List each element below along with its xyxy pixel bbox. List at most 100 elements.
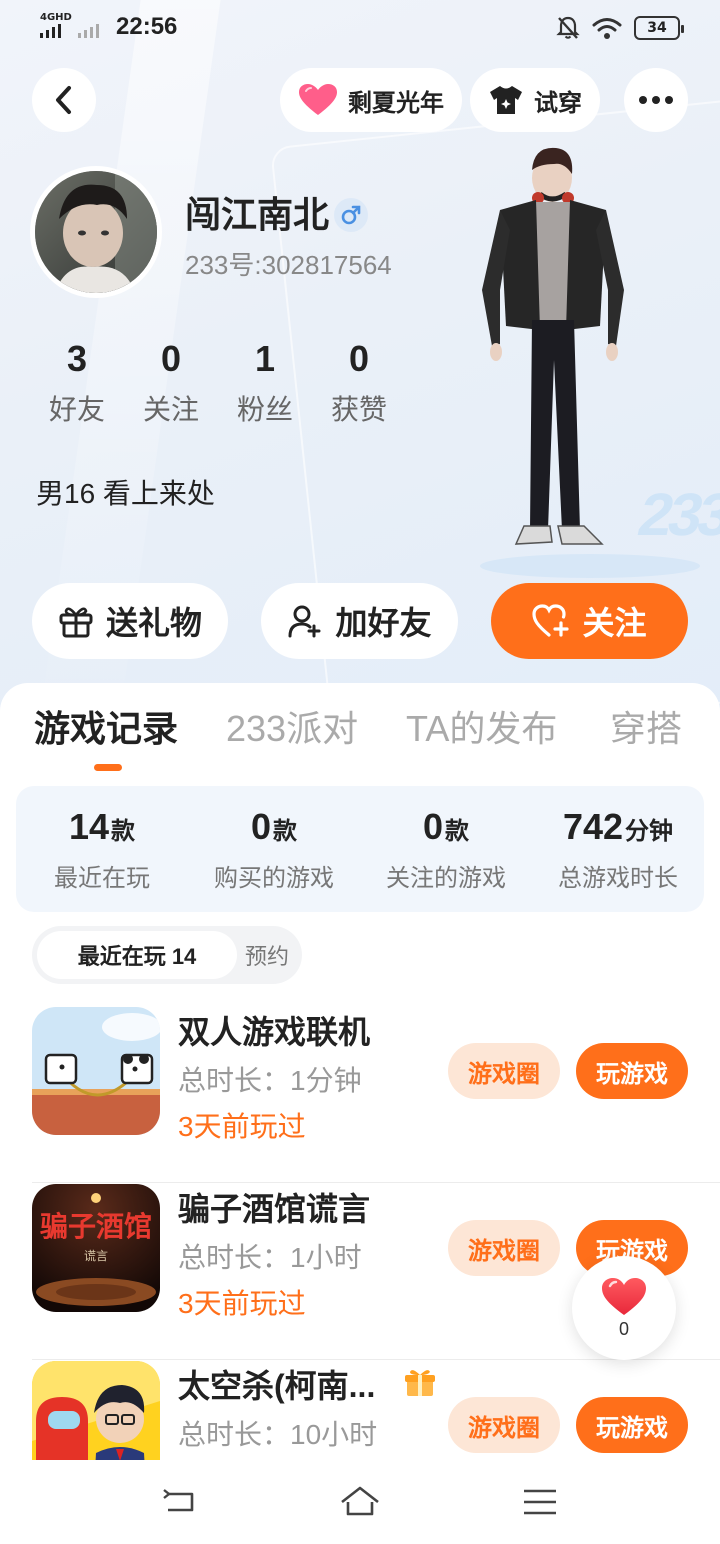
profile-tabs: 游戏记录 233派对 TA的发布 穿搭 xyxy=(0,700,720,760)
stat-label: 粉丝 xyxy=(236,394,293,425)
summary-value: 14 xyxy=(68,806,110,847)
like-button[interactable]: 0 xyxy=(572,1256,676,1360)
add-friend-label: 加好友 xyxy=(335,605,432,641)
summary-purchased-games[interactable]: 0款 购买的游戏 xyxy=(188,786,360,912)
try-on-button[interactable]: 试穿 xyxy=(470,68,600,132)
chevron-left-icon xyxy=(56,86,71,114)
follow-button[interactable]: 关注 xyxy=(491,583,688,659)
stat-value: 0 xyxy=(160,338,182,379)
like-count: 0 xyxy=(618,1318,629,1339)
stat-value: 0 xyxy=(348,338,370,379)
game-duration: 总时长：1小时 xyxy=(178,1242,362,1273)
game-circle-button[interactable]: 游戏圈 xyxy=(448,1397,560,1453)
stat-label: 好友 xyxy=(48,394,105,425)
send-gift-button[interactable]: 送礼物 xyxy=(32,583,228,659)
system-home-icon[interactable] xyxy=(340,1482,380,1522)
user-id: 233号:302817564 xyxy=(185,250,392,280)
game-list-item[interactable]: 双人游戏联机 总时长：1分钟 3天前玩过 游戏圈 玩游戏 xyxy=(32,1007,720,1183)
more-dot-icon xyxy=(652,96,660,104)
stat-label: 获赞 xyxy=(330,394,387,425)
summary-recent-games[interactable]: 14款 最近在玩 xyxy=(16,786,188,912)
game-icon: 骗子酒馆 谎言 xyxy=(32,1184,160,1312)
game-duration: 总时长：10小时 xyxy=(178,1419,378,1450)
subtab-recent[interactable]: 最近在玩 14 xyxy=(37,931,237,979)
summary-label: 总游戏时长 xyxy=(558,865,678,892)
network-type: 4GHD xyxy=(40,12,72,23)
stat-value: 1 xyxy=(254,338,276,379)
game-icon-subtitle: 谎言 xyxy=(84,1249,108,1263)
play-game-button[interactable]: 玩游戏 xyxy=(576,1397,688,1453)
stat-fans[interactable]: 1 粉丝 xyxy=(218,338,312,428)
tab-233-party[interactable]: 233派对 xyxy=(226,700,358,752)
heart-icon xyxy=(299,84,337,115)
mute-bell-icon xyxy=(556,16,580,39)
stage-number-decoration: 233 xyxy=(632,481,720,548)
male-icon xyxy=(341,205,361,225)
follow-label: 关注 xyxy=(582,605,647,641)
tshirt-icon xyxy=(490,86,522,114)
tab-indicator xyxy=(94,764,122,771)
game-name: 骗子酒馆谎言 xyxy=(178,1191,371,1227)
gender-badge xyxy=(334,198,368,232)
game-duration: 总时长：1分钟 xyxy=(178,1065,362,1096)
back-button[interactable] xyxy=(32,68,96,132)
summary-unit: 款 xyxy=(445,818,470,845)
avatar-photo xyxy=(35,171,157,293)
more-dot-icon xyxy=(639,96,647,104)
subtab-reserve[interactable]: 预约 xyxy=(237,931,297,979)
stat-following[interactable]: 0 关注 xyxy=(124,338,218,428)
more-dot-icon xyxy=(665,96,673,104)
profile-badge-button[interactable]: 剩夏光年 xyxy=(280,68,462,132)
tab-posts[interactable]: TA的发布 xyxy=(406,700,557,752)
badge-label: 剩夏光年 xyxy=(348,89,444,117)
game-name: 双人游戏联机 xyxy=(178,1014,371,1050)
play-game-button[interactable]: 玩游戏 xyxy=(576,1043,688,1099)
heart-icon xyxy=(602,1277,646,1315)
bio: 男16 看上来处 xyxy=(36,478,215,509)
nickname: 闯江南北 xyxy=(185,194,330,235)
summary-total-playtime: 742分钟 总游戏时长 xyxy=(532,786,704,912)
game-circle-button[interactable]: 游戏圈 xyxy=(448,1220,560,1276)
game-summary: 14款 最近在玩 0款 购买的游戏 0款 关注的游戏 742分钟 总游戏时长 xyxy=(16,786,704,912)
game-last-played: 3天前玩过 xyxy=(178,1111,306,1142)
system-back-icon[interactable] xyxy=(160,1482,200,1522)
summary-label: 购买的游戏 xyxy=(214,865,334,892)
summary-unit: 款 xyxy=(111,818,136,845)
signal-secondary-icon xyxy=(78,24,99,38)
summary-label: 关注的游戏 xyxy=(386,865,506,892)
tab-outfits[interactable]: 穿搭 xyxy=(610,700,682,752)
status-bar: 4GHD 22:56 34 xyxy=(0,0,720,56)
stat-friends[interactable]: 3 好友 xyxy=(30,338,124,428)
try-on-label: 试穿 xyxy=(534,89,582,117)
avatar[interactable] xyxy=(30,166,162,298)
gift-icon xyxy=(59,607,93,638)
summary-unit: 款 xyxy=(273,818,298,845)
battery-indicator: 34 xyxy=(634,16,684,40)
signal-icon xyxy=(40,24,61,38)
wifi-icon xyxy=(592,18,622,39)
add-friend-button[interactable]: 加好友 xyxy=(261,583,458,659)
summary-value: 0 xyxy=(250,806,272,847)
add-user-icon xyxy=(288,605,321,638)
summary-followed-games[interactable]: 0款 关注的游戏 xyxy=(360,786,532,912)
divider xyxy=(32,1182,720,1183)
game-subtabs: 最近在玩 14 预约 xyxy=(32,926,302,984)
game-last-played: 3天前玩过 xyxy=(178,1288,306,1319)
system-menu-icon[interactable] xyxy=(520,1482,560,1522)
system-nav-bar xyxy=(0,1460,720,1544)
summary-label: 最近在玩 xyxy=(54,865,150,892)
send-gift-label: 送礼物 xyxy=(105,605,202,641)
gift-badge-icon xyxy=(405,1370,435,1396)
clock: 22:56 xyxy=(116,13,178,40)
game-name: 太空杀(柯南... xyxy=(178,1368,376,1404)
game-icon xyxy=(32,1007,160,1135)
tab-game-records[interactable]: 游戏记录 xyxy=(34,700,178,752)
stat-value: 3 xyxy=(66,338,88,379)
more-options-button[interactable] xyxy=(624,68,688,132)
game-circle-button[interactable]: 游戏圈 xyxy=(448,1043,560,1099)
summary-value: 0 xyxy=(422,806,444,847)
game-icon-title: 骗子酒馆 xyxy=(40,1210,152,1243)
stat-likes[interactable]: 0 获赞 xyxy=(312,338,406,428)
summary-unit: 分钟 xyxy=(625,818,674,845)
stat-label: 关注 xyxy=(142,394,199,425)
